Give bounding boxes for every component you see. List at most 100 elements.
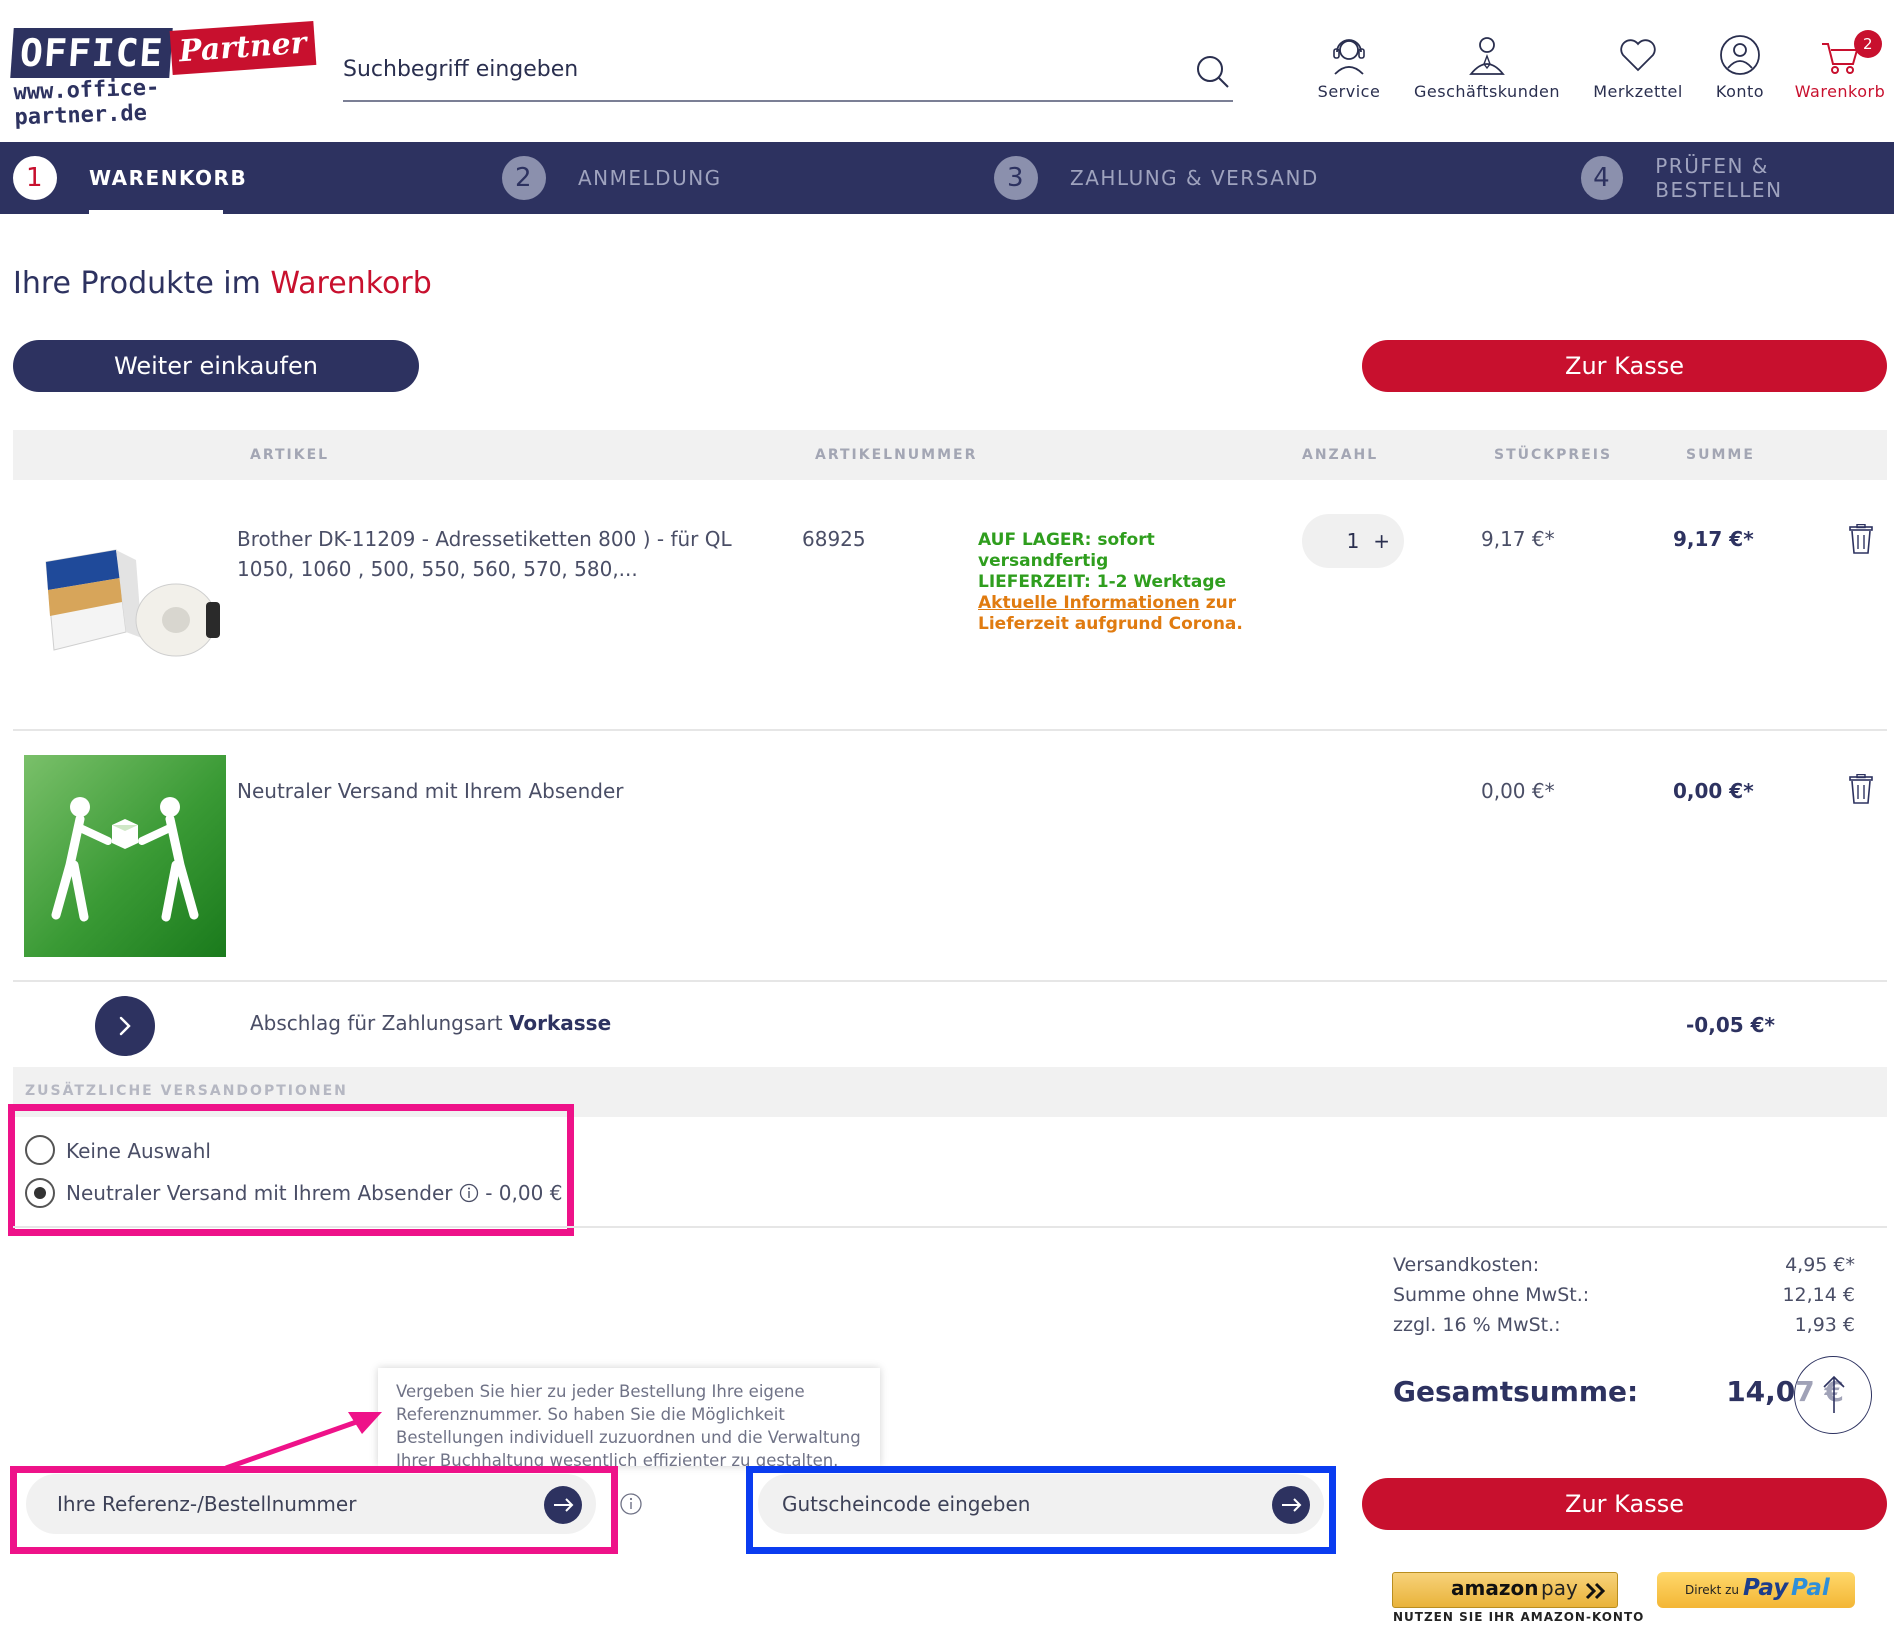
step-review-order[interactable]: 4 PRÜFEN & BESTELLEN bbox=[1581, 142, 1894, 214]
checkout-button-top[interactable]: Zur Kasse bbox=[1362, 340, 1887, 392]
radio-no-selection[interactable] bbox=[25, 1135, 55, 1165]
summary-value: 1,93 € bbox=[1794, 1314, 1855, 1336]
item-name-brother[interactable]: Brother DK-11209 - Adressetiketten 800 )… bbox=[237, 524, 757, 584]
nav-cart-label: Warenkorb bbox=[1794, 82, 1886, 101]
paypal-button[interactable]: Direkt zu Pay Pal bbox=[1657, 1572, 1855, 1608]
paypal-prefix-text: Direkt zu bbox=[1685, 1583, 1739, 1597]
option-neutral-shipping-price: - 0,00 € bbox=[485, 1181, 563, 1205]
col-article: ARTIKEL bbox=[250, 447, 330, 463]
reference-tooltip: Vergeben Sie hier zu jeder Bestellung Ih… bbox=[378, 1368, 880, 1470]
item-total-price: 0,00 €* bbox=[1673, 779, 1754, 803]
grand-total-label: Gesamtsumme: bbox=[1393, 1375, 1639, 1408]
nav-business[interactable]: Geschäftskunden bbox=[1412, 34, 1562, 101]
cart-count-badge: 2 bbox=[1854, 30, 1882, 58]
option-neutral-shipping-label: Neutraler Versand mit Ihrem Absender bbox=[66, 1181, 453, 1205]
double-chevron-icon bbox=[1585, 1582, 1606, 1600]
corona-info-link[interactable]: Aktuelle Informationen bbox=[978, 593, 1200, 613]
amazon-pay-button[interactable]: amazon pay bbox=[1392, 1572, 1618, 1608]
step-label: ANMELDUNG bbox=[578, 166, 722, 190]
reference-input[interactable]: Ihre Referenz-/Bestellnummer bbox=[26, 1474, 596, 1534]
arrow-up-icon bbox=[1823, 1375, 1845, 1413]
radio-neutral-shipping[interactable] bbox=[25, 1178, 55, 1208]
nav-wishlist[interactable]: Merkzettel bbox=[1592, 34, 1684, 101]
heart-icon bbox=[1620, 39, 1656, 72]
business-person-icon bbox=[1469, 37, 1505, 75]
step-number: 1 bbox=[13, 156, 57, 200]
row-divider bbox=[13, 729, 1887, 731]
quantity-increase-button[interactable]: + bbox=[1373, 529, 1390, 553]
shipping-options-highlight bbox=[8, 1104, 574, 1236]
search-bar bbox=[343, 44, 1233, 102]
discount-label: Abschlag für Zahlungsart Vorkasse bbox=[250, 1008, 611, 1038]
cart-table-header: ARTIKEL ARTIKELNUMMER ANZAHL STÜCKPREIS … bbox=[13, 430, 1887, 480]
quantity-stepper[interactable]: 1 + bbox=[1302, 514, 1404, 568]
item-name-line: Brother DK-11209 - Adressetiketten 800 )… bbox=[237, 527, 732, 551]
item-name-line: 1050, 1060 , 500, 550, 560, 570, 580,... bbox=[237, 557, 638, 581]
nav-account[interactable]: Konto bbox=[1712, 34, 1768, 101]
paypal-pal-text: Pal bbox=[1791, 1575, 1830, 1601]
logo-office-text: OFFICE bbox=[10, 28, 174, 78]
step-number: 3 bbox=[994, 156, 1038, 200]
coupon-input[interactable]: Gutscheincode eingeben bbox=[758, 1474, 1324, 1534]
logo-url-text: www.office-partner.de bbox=[13, 75, 160, 131]
nav-business-label: Geschäftskunden bbox=[1414, 82, 1560, 101]
step-login[interactable]: 2 ANMELDUNG bbox=[502, 142, 722, 214]
item-unit-price: 9,17 €* bbox=[1481, 527, 1555, 551]
row-divider bbox=[13, 980, 1887, 982]
nav-cart[interactable]: 2 Warenkorb bbox=[1794, 30, 1886, 101]
nav-account-label: Konto bbox=[1715, 82, 1765, 101]
step-cart[interactable]: 1 WARENKORB bbox=[13, 142, 247, 214]
info-icon[interactable] bbox=[619, 1492, 643, 1516]
page-title: Ihre Produkte im Warenkorb bbox=[13, 266, 432, 301]
submit-coupon-button[interactable] bbox=[1272, 1486, 1310, 1524]
nav-service[interactable]: Service bbox=[1316, 34, 1382, 101]
amazon-brand-text: amazon bbox=[1451, 1576, 1539, 1600]
step-label: WARENKORB bbox=[89, 166, 248, 190]
product-image-brother-labels[interactable] bbox=[26, 532, 226, 672]
search-icon[interactable] bbox=[1195, 54, 1231, 90]
amazon-caption: NUTZEN SIE IHR AMAZON-KONTO bbox=[1393, 1610, 1645, 1624]
info-icon[interactable] bbox=[459, 1183, 479, 1203]
col-total: SUMME bbox=[1686, 447, 1755, 463]
submit-reference-button[interactable] bbox=[544, 1486, 582, 1524]
logo-partner-text: Partner bbox=[169, 21, 317, 75]
col-unit-price: STÜCKPREIS bbox=[1494, 447, 1613, 463]
item-sku: 68925 bbox=[802, 527, 866, 551]
coupon-input-placeholder: Gutscheincode eingeben bbox=[782, 1492, 1031, 1516]
site-logo[interactable]: OFFICE Partner www.office-partner.de bbox=[10, 21, 317, 130]
summary-value: 4,95 €* bbox=[1785, 1254, 1855, 1276]
summary-label: Versandkosten: bbox=[1393, 1254, 1540, 1276]
step-number: 2 bbox=[502, 156, 546, 200]
product-image-neutral-shipping[interactable] bbox=[24, 755, 226, 957]
scroll-to-top-button[interactable] bbox=[1794, 1356, 1872, 1434]
user-icon bbox=[1720, 35, 1760, 75]
option-no-selection-label[interactable]: Keine Auswahl bbox=[66, 1136, 211, 1166]
page-title-highlight: Warenkorb bbox=[270, 266, 432, 301]
stock-status: AUF LAGER: sofort versandfertig bbox=[978, 530, 1155, 571]
section-divider bbox=[13, 1226, 1887, 1228]
summary-label: Summe ohne MwSt.: bbox=[1393, 1284, 1590, 1306]
nav-service-label: Service bbox=[1317, 82, 1381, 101]
paypal-pay-text: Pay bbox=[1743, 1575, 1789, 1601]
checkout-button-bottom[interactable]: Zur Kasse bbox=[1362, 1478, 1887, 1530]
step-payment-shipping[interactable]: 3 ZAHLUNG & VERSAND bbox=[994, 142, 1319, 214]
quantity-value: 1 bbox=[1346, 529, 1360, 553]
arrow-right-icon bbox=[1282, 1498, 1302, 1512]
delivery-time: LIEFERZEIT: 1-2 Werktage bbox=[978, 572, 1227, 592]
item-name-neutral-shipping[interactable]: Neutraler Versand mit Ihrem Absender bbox=[237, 776, 624, 806]
step-label: PRÜFEN & BESTELLEN bbox=[1655, 154, 1783, 202]
col-quantity: ANZAHL bbox=[1302, 447, 1379, 463]
corona-info-text: Lieferzeit aufgrund Corona. bbox=[978, 614, 1243, 634]
trash-icon[interactable] bbox=[1848, 774, 1874, 804]
checkout-steps: 1 WARENKORB 2 ANMELDUNG 3 ZAHLUNG & VERS… bbox=[0, 142, 1894, 214]
option-neutral-shipping[interactable]: Neutraler Versand mit Ihrem Absender - 0… bbox=[66, 1178, 562, 1208]
step-number: 4 bbox=[1581, 156, 1624, 200]
discount-label-text: Abschlag für Zahlungsart bbox=[250, 1011, 503, 1035]
continue-shopping-button[interactable]: Weiter einkaufen bbox=[13, 340, 419, 392]
search-input[interactable] bbox=[343, 44, 1163, 94]
corona-info-text: zur bbox=[1205, 593, 1237, 613]
trash-icon[interactable] bbox=[1848, 524, 1874, 554]
expand-discount-button[interactable] bbox=[95, 996, 155, 1056]
page-title-prefix: Ihre Produkte im bbox=[13, 266, 261, 301]
annotation-arrow bbox=[225, 1412, 382, 1471]
